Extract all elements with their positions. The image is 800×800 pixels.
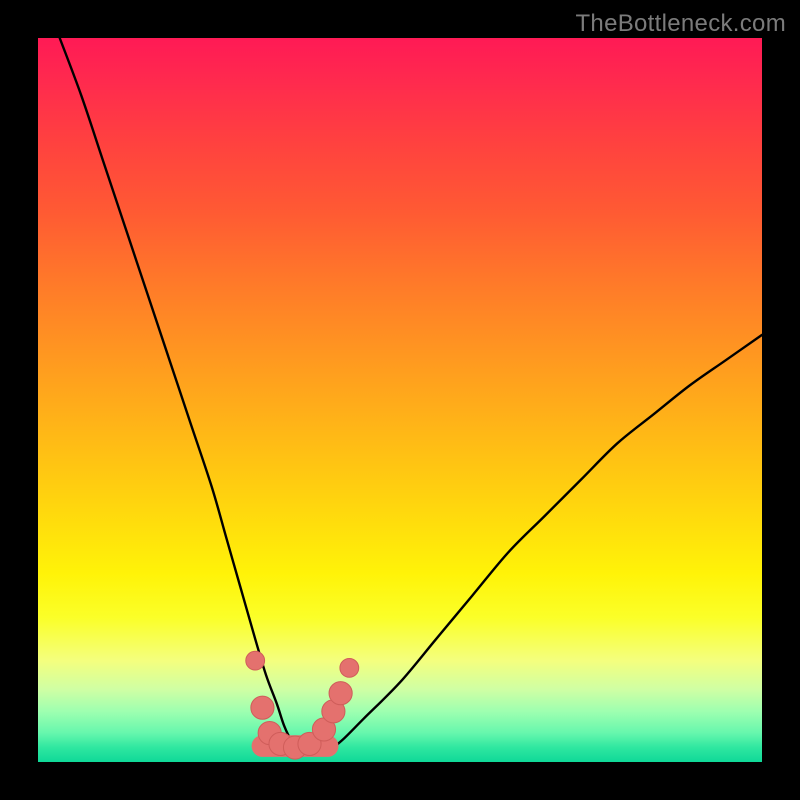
curve-marker (251, 696, 274, 719)
curve-marker (329, 682, 352, 705)
plot-area (38, 38, 762, 762)
chart-frame: TheBottleneck.com (0, 0, 800, 800)
bottleneck-curve-svg (38, 38, 762, 762)
curve-marker (246, 651, 265, 670)
curve-marker (340, 658, 359, 677)
bottleneck-curve (60, 38, 762, 755)
watermark-text: TheBottleneck.com (575, 10, 786, 38)
